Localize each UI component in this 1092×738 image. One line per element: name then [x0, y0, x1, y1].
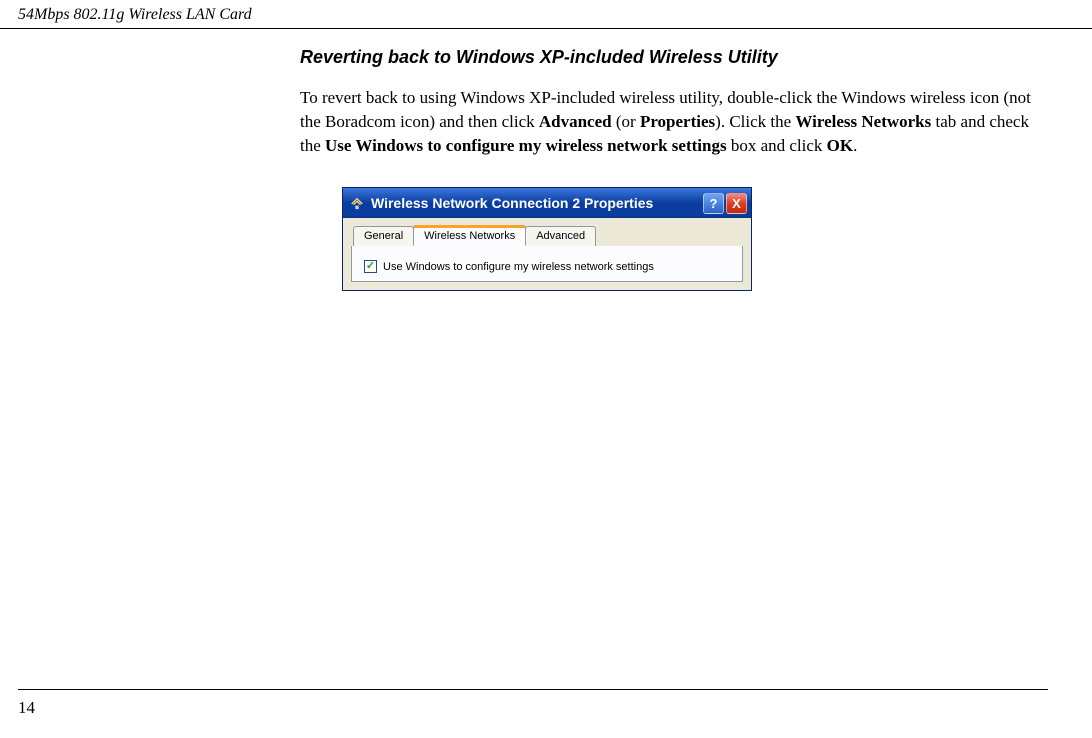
dialog-titlebar[interactable]: Wireless Network Connection 2 Properties… — [343, 188, 751, 218]
section-heading: Reverting back to Windows XP-included Wi… — [300, 47, 1048, 68]
checkbox-label: Use Windows to configure my wireless net… — [383, 261, 654, 273]
titlebar-buttons: ? X — [703, 193, 747, 214]
bold-use-windows: Use Windows to configure my wireless net… — [325, 136, 727, 155]
bold-ok: OK — [827, 136, 853, 155]
properties-dialog: Wireless Network Connection 2 Properties… — [342, 187, 752, 291]
bold-wireless-networks: Wireless Networks — [795, 112, 931, 131]
bold-properties: Properties — [640, 112, 715, 131]
checkbox[interactable]: ✓ — [364, 260, 377, 273]
help-icon: ? — [710, 196, 718, 211]
tab-label: Advanced — [536, 230, 585, 242]
tab-wireless-networks[interactable]: Wireless Networks — [413, 225, 526, 246]
screenshot-wrapper: Wireless Network Connection 2 Properties… — [342, 187, 1048, 291]
help-button[interactable]: ? — [703, 193, 724, 214]
text-run: . — [853, 136, 857, 155]
tabs-row: General Wireless Networks Advanced — [343, 218, 751, 246]
header-title: 54Mbps 802.11g Wireless LAN Card — [18, 6, 252, 23]
use-windows-checkbox-row[interactable]: ✓ Use Windows to configure my wireless n… — [364, 260, 730, 273]
tab-advanced[interactable]: Advanced — [525, 226, 596, 246]
document-header: 54Mbps 802.11g Wireless LAN Card — [0, 0, 1092, 29]
text-run: (or — [612, 112, 640, 131]
close-icon: X — [732, 196, 741, 211]
close-button[interactable]: X — [726, 193, 747, 214]
text-run: box and click — [727, 136, 827, 155]
wireless-icon — [349, 195, 365, 211]
text-run: ). Click the — [715, 112, 795, 131]
tab-general[interactable]: General — [353, 226, 414, 246]
page-number: 14 — [18, 698, 35, 718]
tab-label: Wireless Networks — [424, 230, 515, 242]
tab-panel: ✓ Use Windows to configure my wireless n… — [351, 246, 743, 282]
bold-advanced: Advanced — [539, 112, 612, 131]
checkmark-icon: ✓ — [366, 261, 375, 272]
tab-label: General — [364, 230, 403, 242]
dialog-title: Wireless Network Connection 2 Properties — [371, 195, 703, 211]
section-paragraph: To revert back to using Windows XP-inclu… — [300, 86, 1048, 157]
main-content: Reverting back to Windows XP-included Wi… — [0, 29, 1092, 291]
footer-rule — [18, 689, 1048, 690]
